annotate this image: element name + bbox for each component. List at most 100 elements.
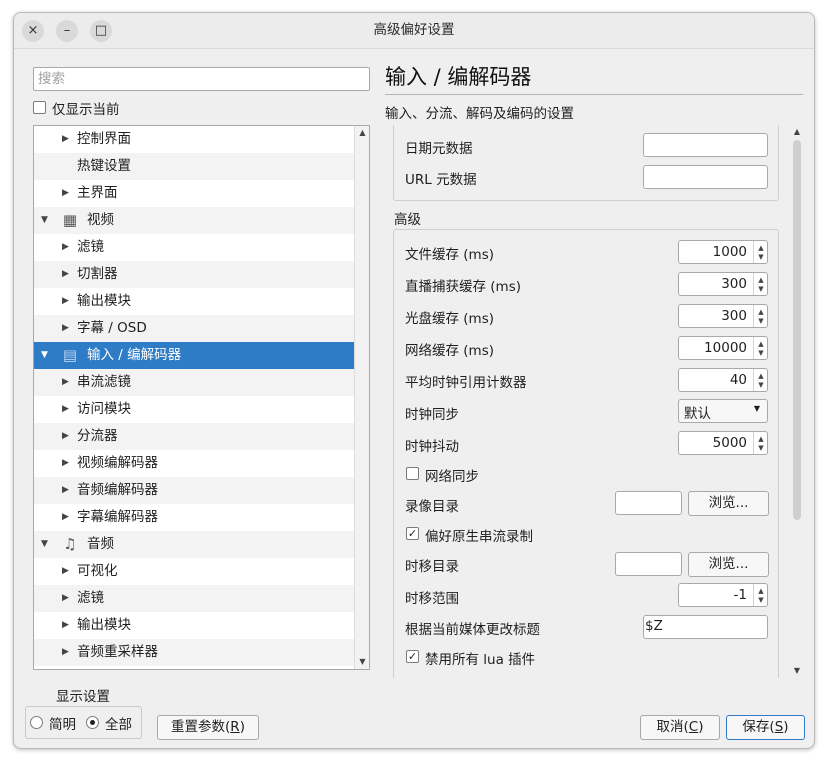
scroll-down-arrow-icon[interactable]: ▼	[790, 664, 804, 678]
expand-right-icon[interactable]: ▶	[62, 180, 69, 207]
expand-right-icon[interactable]: ▶	[62, 558, 69, 585]
tree-item[interactable]: ▶ 音频重采样器	[34, 639, 354, 666]
spin-down-icon[interactable]: ▼	[754, 285, 768, 293]
scroll-up-arrow-icon[interactable]: ▲	[790, 125, 804, 139]
network-sync-label: 网络同步	[425, 469, 479, 485]
title-format-input[interactable]: $Z	[643, 615, 768, 639]
timeshift-range-spinbox[interactable]: -1 ▲ ▼	[678, 583, 768, 607]
show-settings-label: 显示设置	[56, 689, 110, 705]
expand-right-icon[interactable]: ▶	[62, 234, 69, 261]
expand-right-icon[interactable]: ▶	[62, 261, 69, 288]
expand-right-icon[interactable]: ▶	[62, 423, 69, 450]
all-radio[interactable]	[86, 716, 99, 729]
tree-item[interactable]: ▼ ▤ 输入 / 编解码器	[34, 342, 354, 369]
spin-field-spinbox[interactable]: 10000 ▲ ▼	[678, 336, 768, 360]
tree-item[interactable]: ▶ 字幕 / OSD	[34, 315, 354, 342]
spin-up-icon[interactable]: ▲	[754, 340, 768, 348]
expand-right-icon[interactable]: ▶	[62, 369, 69, 396]
expand-right-icon[interactable]: ▶	[62, 288, 69, 315]
tree-item[interactable]: ▶ 主界面	[34, 180, 354, 207]
reset-accel: R	[230, 719, 240, 735]
spin-up-icon[interactable]: ▲	[754, 587, 768, 595]
tree-item-label: 控制界面	[77, 131, 131, 147]
tree-item[interactable]: ▶ 输出模块	[34, 288, 354, 315]
only-current-checkbox[interactable]	[33, 101, 46, 114]
record-dir-browse-button[interactable]: 浏览...	[688, 491, 769, 516]
checkmark-icon: ✓	[407, 527, 418, 540]
tree-item-label: 音频编解码器	[77, 482, 158, 498]
cancel-button[interactable]: 取消(C)	[640, 715, 720, 740]
title-format-value: $Z	[645, 618, 663, 634]
disable-lua-checkbox[interactable]: ✓	[406, 650, 419, 663]
scrollbar-thumb[interactable]	[793, 140, 801, 520]
tree-item[interactable]: ▶ 分流器	[34, 423, 354, 450]
tree-item[interactable]: ▶ 控制界面	[34, 126, 354, 153]
tree-item[interactable]: ▶ 字幕编解码器	[34, 504, 354, 531]
expand-right-icon[interactable]: ▶	[62, 396, 69, 423]
expand-right-icon[interactable]: ▶	[62, 504, 69, 531]
tree-item[interactable]: ▶ 输出模块	[34, 612, 354, 639]
expand-down-icon[interactable]: ▼	[41, 342, 48, 369]
spin-field-label: 文件缓存 (ms)	[405, 247, 495, 263]
scroll-up-arrow-icon[interactable]: ▲	[355, 126, 369, 140]
clock-sync-select[interactable]: 默认 ▼	[678, 399, 768, 423]
tree-item[interactable]: ▶ 串流滤镜	[34, 369, 354, 396]
spin-field-spinbox[interactable]: 1000 ▲ ▼	[678, 240, 768, 264]
tree-item[interactable]: ▶ 滤镜	[34, 585, 354, 612]
prefer-native-checkbox[interactable]: ✓	[406, 527, 419, 540]
spin-down-icon[interactable]: ▼	[754, 596, 768, 604]
spin-down-icon[interactable]: ▼	[754, 349, 768, 357]
record-dir-input[interactable]	[615, 491, 682, 515]
search-input[interactable]	[33, 67, 370, 91]
clock-jitter-spinbox[interactable]: 5000 ▲ ▼	[678, 431, 768, 455]
tree-item[interactable]: 热键设置	[34, 153, 354, 180]
spin-field-spinbox[interactable]: 300 ▲ ▼	[678, 272, 768, 296]
expand-right-icon[interactable]: ▶	[62, 477, 69, 504]
spin-down-icon[interactable]: ▼	[754, 317, 768, 325]
date-metadata-input[interactable]	[643, 133, 768, 157]
tree-item[interactable]: ▶ 视频编解码器	[34, 450, 354, 477]
timeshift-dir-browse-button[interactable]: 浏览...	[688, 552, 769, 577]
timeshift-dir-label: 时移目录	[405, 559, 459, 575]
spin-field-spinbox[interactable]: 300 ▲ ▼	[678, 304, 768, 328]
spin-field-value: 40	[729, 372, 747, 388]
expand-right-icon[interactable]: ▶	[62, 126, 69, 153]
expand-down-icon[interactable]: ▼	[41, 531, 48, 558]
tree-item[interactable]: ▶ 滤镜	[34, 234, 354, 261]
expand-right-icon[interactable]: ▶	[62, 639, 69, 666]
tree-item[interactable]: ▶ 访问模块	[34, 396, 354, 423]
tree-item[interactable]: ▶ 可视化	[34, 558, 354, 585]
tree-scrollbar[interactable]: ▲ ▼	[354, 126, 369, 669]
expand-right-icon[interactable]: ▶	[62, 315, 69, 342]
tree-item[interactable]: ▼ ♫ 音频	[34, 531, 354, 558]
simple-radio[interactable]	[30, 716, 43, 729]
spin-up-icon[interactable]: ▲	[754, 435, 768, 443]
tree-item[interactable]: ▶ 音频编解码器	[34, 477, 354, 504]
tree-item[interactable]: ▶ 切割器	[34, 261, 354, 288]
spin-down-icon[interactable]: ▼	[754, 253, 768, 261]
spin-field-spinbox[interactable]: 40 ▲ ▼	[678, 368, 768, 392]
expand-right-icon[interactable]: ▶	[62, 612, 69, 639]
panel-subtitle: 输入、分流、解码及编码的设置	[385, 106, 574, 122]
spin-up-icon[interactable]: ▲	[754, 372, 768, 380]
scroll-down-arrow-icon[interactable]: ▼	[355, 655, 369, 669]
timeshift-range-value: -1	[733, 587, 747, 603]
expand-right-icon[interactable]: ▶	[62, 450, 69, 477]
spin-up-icon[interactable]: ▲	[754, 244, 768, 252]
settings-scrollbar[interactable]: ▲ ▼	[790, 125, 804, 678]
tree-item-label: 可视化	[77, 563, 118, 579]
music-note-icon: ♫	[63, 535, 77, 553]
reset-preferences-button[interactable]: 重置参数(R)	[157, 715, 259, 740]
spin-down-icon[interactable]: ▼	[754, 381, 768, 389]
spin-up-icon[interactable]: ▲	[754, 276, 768, 284]
network-sync-checkbox[interactable]	[406, 467, 419, 480]
spin-down-icon[interactable]: ▼	[754, 444, 768, 452]
expand-down-icon[interactable]: ▼	[41, 207, 48, 234]
expand-right-icon[interactable]: ▶	[62, 585, 69, 612]
spin-up-icon[interactable]: ▲	[754, 308, 768, 316]
url-metadata-input[interactable]	[643, 165, 768, 189]
date-metadata-label: 日期元数据	[405, 141, 473, 157]
timeshift-dir-input[interactable]	[615, 552, 682, 576]
tree-item[interactable]: ▼ ▦ 视频	[34, 207, 354, 234]
save-button[interactable]: 保存(S)	[726, 715, 805, 740]
